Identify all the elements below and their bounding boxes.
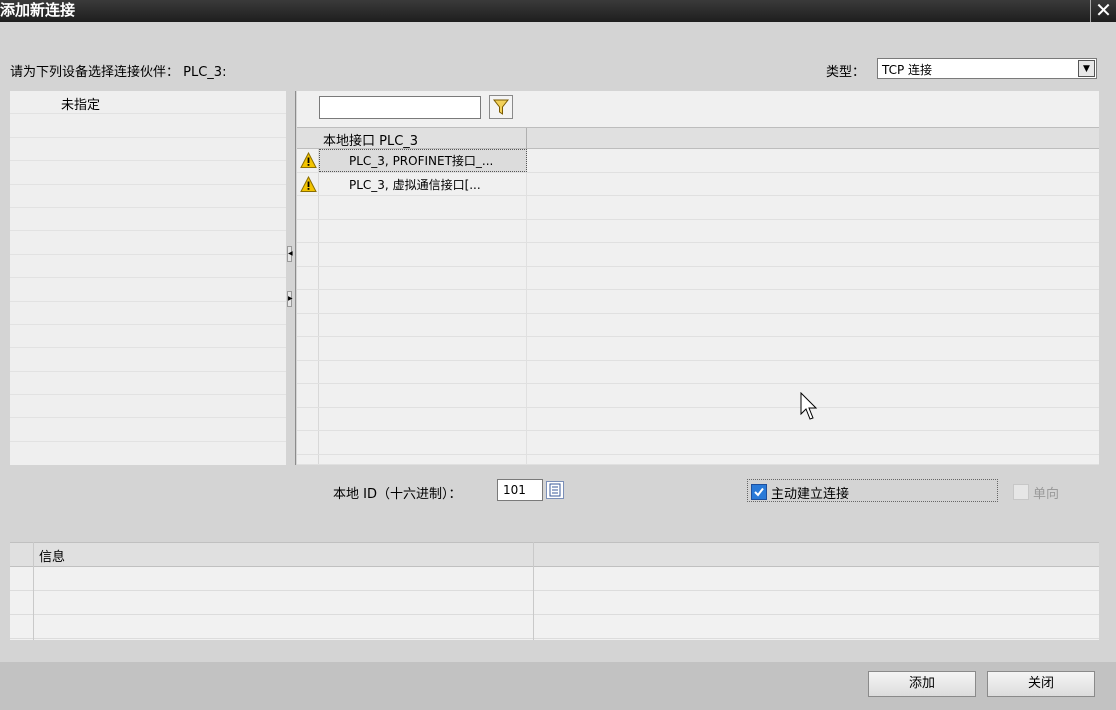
info-table: 信息 — [10, 542, 1099, 640]
local-id-label: 本地 ID（十六进制）： — [333, 487, 462, 502]
active-connection-option[interactable]: 主动建立连接 — [747, 479, 998, 502]
list-item-unspecified[interactable]: 未指定 — [61, 94, 100, 113]
local-id-value: 101 — [503, 483, 526, 497]
mouse-cursor-icon — [800, 392, 818, 420]
active-connection-checkbox[interactable] — [751, 484, 767, 500]
interface-grid: PLC_3, PROFINET接口_... PLC_3, 虚拟通信接口[... — [297, 149, 1099, 465]
dialog-title: 添加新连接 — [0, 1, 76, 19]
connection-type-select[interactable]: TCP 连接 ▼ — [877, 58, 1097, 79]
id-picker-icon[interactable] — [546, 481, 564, 499]
warning-icon — [300, 175, 317, 192]
table-row — [10, 615, 1099, 639]
close-icon[interactable]: ✕ — [1090, 0, 1116, 22]
info-header: 信息 — [10, 542, 1099, 567]
local-id-input[interactable]: 101 — [497, 479, 543, 501]
collapse-left-icon[interactable]: ◀ — [287, 246, 293, 262]
type-label: 类型： — [826, 65, 866, 80]
add-button[interactable]: 添加 — [868, 671, 976, 697]
partner-list: 未指定 — [10, 91, 286, 465]
chevron-down-icon[interactable]: ▼ — [1078, 60, 1095, 77]
interface-panel: 本地接口 PLC_3 PLC_3, PROFINET接口_... PLC_3, … — [297, 91, 1099, 465]
close-button[interactable]: 关闭 — [987, 671, 1095, 697]
table-row[interactable]: PLC_3, PROFINET接口_... — [297, 149, 1099, 173]
filter-icon[interactable] — [489, 95, 513, 119]
one-way-checkbox[interactable] — [1013, 484, 1029, 500]
connection-type-value: TCP 连接 — [882, 63, 933, 77]
table-row[interactable]: PLC_3, 虚拟通信接口[... — [297, 172, 1099, 196]
table-row — [10, 591, 1099, 615]
active-connection-label: 主动建立连接 — [771, 487, 850, 502]
filter-input[interactable] — [319, 96, 481, 119]
partner-prompt: 请为下列设备选择连接伙伴： PLC_3: — [10, 65, 227, 80]
interface-name: PLC_3, 虚拟通信接口[... — [349, 177, 481, 192]
table-row — [10, 567, 1099, 591]
info-column-header: 信息 — [39, 550, 66, 565]
expand-right-icon[interactable]: ▶ — [287, 291, 293, 307]
interface-name: PLC_3, PROFINET接口_... — [349, 154, 494, 168]
title-bar: 添加新连接 ✕ — [0, 0, 1116, 22]
grid-header: 本地接口 PLC_3 — [297, 127, 1099, 149]
warning-icon — [300, 152, 317, 168]
panel-splitter[interactable]: ◀ ▶ — [286, 91, 296, 465]
column-header-local-interface[interactable]: 本地接口 PLC_3 — [323, 130, 418, 149]
one-way-label: 单向 — [1033, 487, 1060, 502]
